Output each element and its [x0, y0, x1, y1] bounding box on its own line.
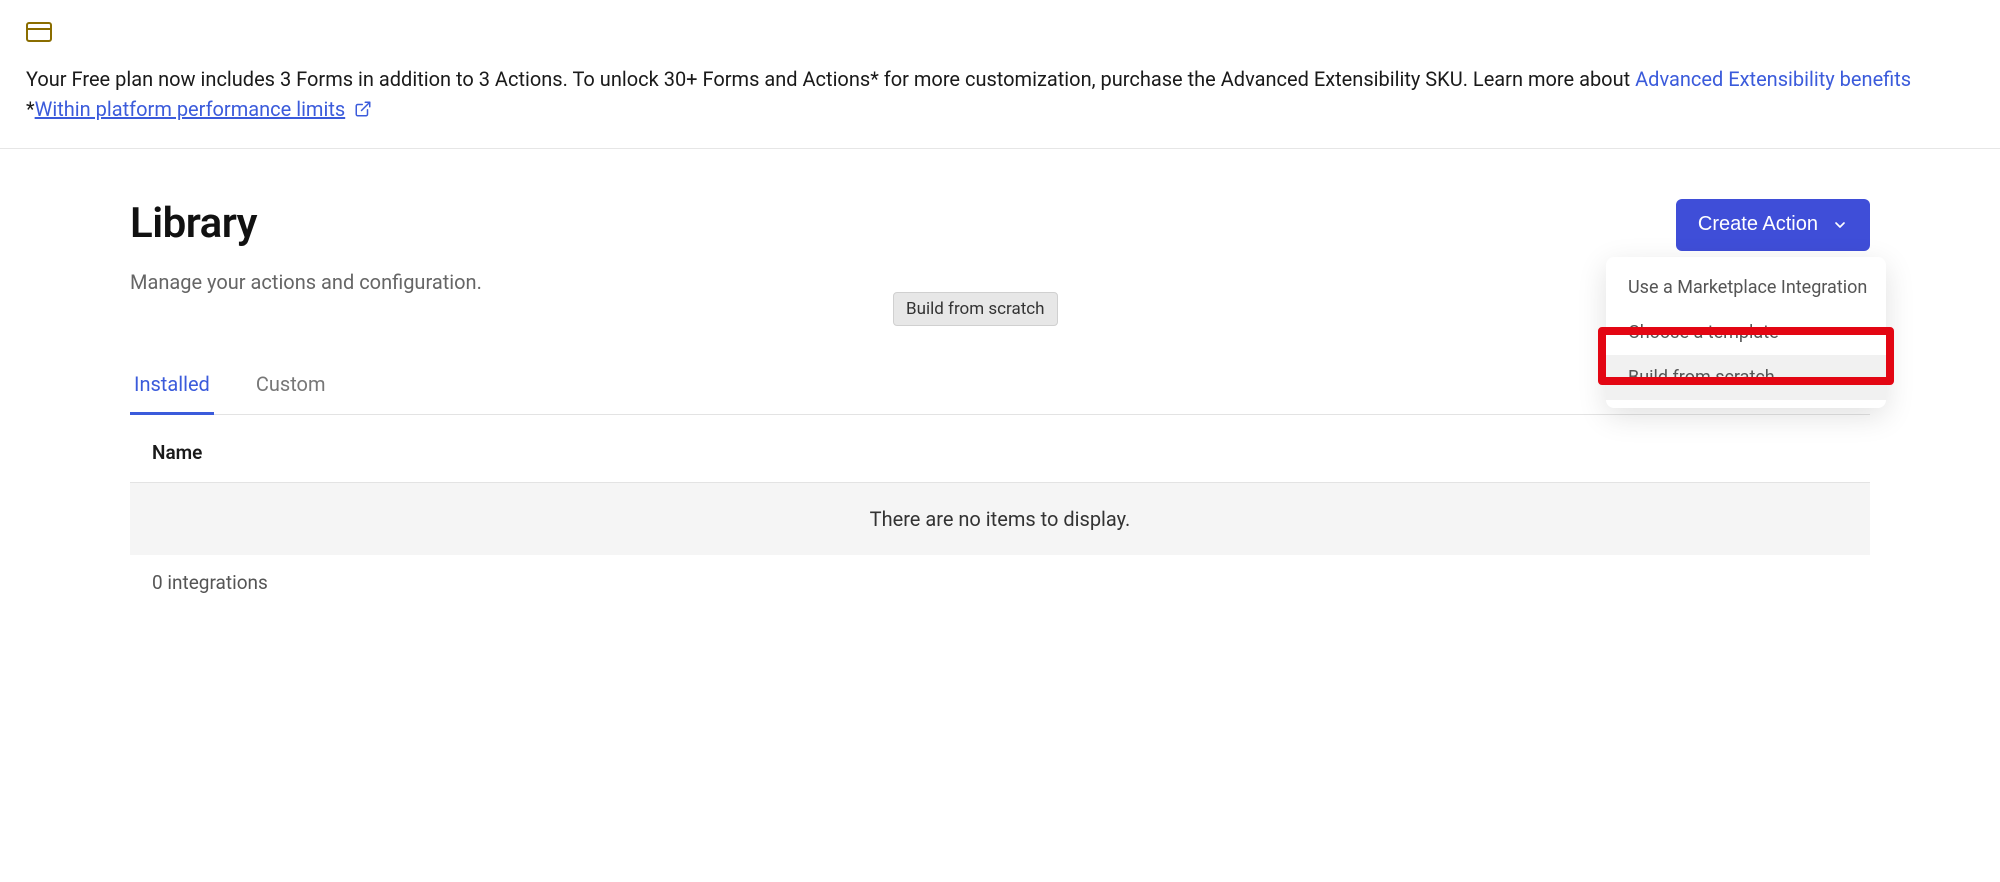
table-empty-state: There are no items to display.: [130, 483, 1870, 555]
tab-installed[interactable]: Installed: [130, 372, 214, 415]
create-action-label: Create Action: [1698, 213, 1818, 236]
tab-custom[interactable]: Custom: [252, 372, 330, 415]
create-action-dropdown: Use a Marketplace Integration Choose a t…: [1606, 257, 1886, 408]
chevron-down-icon: [1832, 217, 1848, 233]
main-content: Library Manage your actions and configur…: [0, 149, 2000, 650]
performance-limits-link[interactable]: Within platform performance limits: [35, 97, 346, 121]
banner-message: Your Free plan now includes 3 Forms in a…: [26, 64, 1974, 126]
dropdown-item-scratch[interactable]: Build from scratch: [1606, 355, 1886, 400]
page-subtitle: Manage your actions and configuration.: [130, 270, 482, 294]
credit-card-icon: [26, 22, 1974, 46]
plan-banner: Your Free plan now includes 3 Forms in a…: [0, 0, 2000, 149]
create-action-button[interactable]: Create Action: [1676, 199, 1870, 251]
title-block: Library Manage your actions and configur…: [130, 199, 482, 294]
external-link-icon: [354, 96, 372, 126]
page-title: Library: [130, 199, 482, 248]
tooltip: Build from scratch: [893, 292, 1058, 326]
dropdown-item-marketplace[interactable]: Use a Marketplace Integration: [1606, 265, 1886, 310]
banner-text-part1: Your Free plan now includes 3 Forms in a…: [26, 67, 1635, 91]
table-header-name: Name: [130, 415, 1870, 483]
dropdown-item-template[interactable]: Choose a template: [1606, 310, 1886, 355]
banner-asterisk: *: [26, 97, 35, 121]
benefits-link[interactable]: Advanced Extensibility benefits: [1635, 67, 1911, 91]
table-footer-count: 0 integrations: [130, 555, 1870, 610]
